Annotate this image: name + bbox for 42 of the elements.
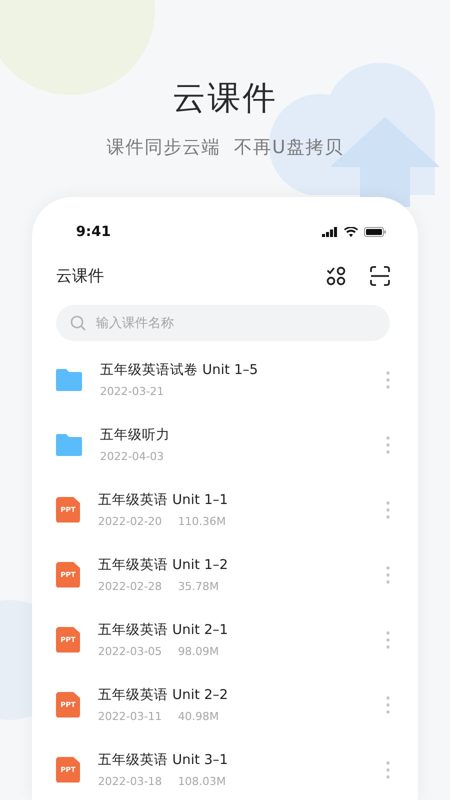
- file-date: 2022-02-28: [98, 580, 162, 593]
- folder-icon: [56, 368, 82, 390]
- page-subtitle: 课件同步云端 不再U盘拷贝: [106, 136, 344, 159]
- battery-icon: [364, 227, 386, 237]
- file-date: 2022-03-11: [98, 710, 162, 723]
- file-size: 35.78M: [178, 580, 219, 593]
- file-date: 2022-03-18: [98, 775, 162, 788]
- file-name: 五年级英语 Unit 3–1: [98, 751, 229, 769]
- app-title: 云课件: [56, 266, 104, 286]
- file-size: 98.09M: [178, 645, 219, 658]
- more-icon[interactable]: [386, 630, 390, 648]
- status-time: 9:41: [76, 224, 111, 240]
- search-bar[interactable]: 输入课件名称: [56, 305, 390, 341]
- file-row[interactable]: 五年级听力 2022-04-03: [56, 412, 390, 477]
- grid-check-icon[interactable]: [326, 266, 346, 286]
- signal-icon: [322, 227, 338, 237]
- more-icon[interactable]: [386, 566, 390, 584]
- file-name: 五年级英语 Unit 1–2: [98, 556, 229, 574]
- file-date: 2022-02-20: [98, 515, 162, 528]
- file-name: 五年级英语 Unit 1–1: [98, 491, 229, 509]
- file-size: 110.36M: [178, 515, 226, 528]
- file-name: 五年级英语 Unit 2–2: [98, 686, 229, 704]
- more-icon[interactable]: [386, 760, 390, 778]
- file-name: 五年级听力: [100, 426, 171, 444]
- file-date: 2022-03-21: [100, 385, 164, 398]
- search-field[interactable]: 输入课件名称: [94, 314, 376, 332]
- file-row[interactable]: 五年级英语试卷 Unit 1–5 2022-03-21: [56, 347, 390, 412]
- wifi-icon: [344, 227, 358, 237]
- file-date: 2022-03-05: [98, 645, 162, 658]
- scan-icon[interactable]: [370, 266, 390, 286]
- more-icon[interactable]: [386, 500, 390, 518]
- file-size: 40.98M: [178, 710, 219, 723]
- file-name: 五年级英语 Unit 2–1: [98, 621, 229, 639]
- more-icon[interactable]: [386, 436, 390, 454]
- folder-icon: [56, 434, 82, 456]
- file-size: 108.03M: [178, 775, 226, 788]
- more-icon[interactable]: [386, 370, 390, 388]
- file-name: 五年级英语试卷 Unit 1–5: [100, 361, 259, 379]
- search-icon: [70, 315, 86, 331]
- page-title: 云课件: [172, 77, 278, 119]
- more-icon[interactable]: [386, 696, 390, 714]
- file-date: 2022-04-03: [100, 450, 164, 463]
